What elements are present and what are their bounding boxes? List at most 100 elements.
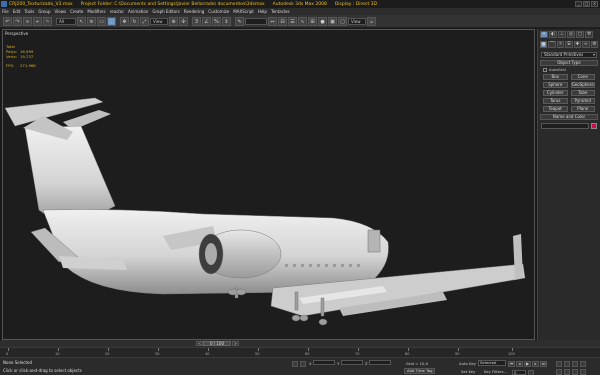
named-selection-dropdown[interactable] xyxy=(245,17,267,25)
menu-views[interactable]: Views xyxy=(55,9,67,14)
y-coord-field[interactable] xyxy=(341,360,363,365)
add-time-tag-button[interactable]: Add Time Tag xyxy=(404,368,436,374)
utilities-tab-icon[interactable]: ⚒ xyxy=(585,31,593,38)
geometry-icon[interactable]: ● xyxy=(540,41,548,48)
goto-end-icon[interactable]: ⏭ xyxy=(540,361,547,367)
create-tab-icon[interactable]: ✦ xyxy=(540,31,548,38)
field-of-view-icon[interactable] xyxy=(556,369,562,375)
time-config-icon[interactable] xyxy=(528,370,534,375)
time-slider[interactable]: 0 / 100 xyxy=(203,341,231,346)
zoom-icon[interactable] xyxy=(556,361,562,367)
quick-render-icon[interactable]: ☕ xyxy=(367,16,376,26)
track-bar[interactable]: 0 10 20 30 40 50 60 70 80 90 100 xyxy=(0,347,600,357)
geosphere-button[interactable]: GeoSphere xyxy=(570,82,595,88)
hierarchy-tab-icon[interactable]: ⊥ xyxy=(558,31,566,38)
schematic-view-icon[interactable]: ⊞ xyxy=(308,16,317,26)
minimize-icon[interactable]: _ xyxy=(575,1,582,7)
set-key-label[interactable]: Set Key xyxy=(461,369,475,374)
maximize-viewport-icon[interactable] xyxy=(580,369,586,375)
select-by-name-icon[interactable]: ≡ xyxy=(87,16,96,26)
next-key-icon[interactable]: ▸ xyxy=(532,361,539,367)
snaps-toggle-icon[interactable]: 3 xyxy=(192,16,201,26)
percent-snap-icon[interactable]: % xyxy=(212,16,221,26)
zoom-extents-all-icon[interactable] xyxy=(580,361,586,367)
render-view-dropdown[interactable]: View xyxy=(348,17,366,25)
selection-region-icon[interactable]: ▭ xyxy=(97,16,106,26)
sphere-button[interactable]: Sphere xyxy=(543,82,568,88)
select-scale-icon[interactable]: ⤢ xyxy=(140,16,149,26)
menu-file[interactable]: File xyxy=(2,9,9,14)
torus-button[interactable]: Torus xyxy=(543,98,568,104)
window-crossing-icon[interactable]: ◫ xyxy=(107,16,116,26)
menu-tentacles[interactable]: Tentacles xyxy=(271,9,290,14)
material-editor-icon[interactable]: ● xyxy=(318,16,327,26)
teapot-button[interactable]: Teapot xyxy=(543,106,568,112)
box-button[interactable]: Box xyxy=(543,74,568,80)
aircraft-model[interactable] xyxy=(3,30,535,340)
play-icon[interactable]: ▶ xyxy=(524,361,531,367)
layer-manager-icon[interactable]: ☰ xyxy=(288,16,297,26)
autogrid-checkbox[interactable]: AutoGrid xyxy=(543,67,595,72)
z-coord-field[interactable] xyxy=(369,360,391,365)
menu-rendering[interactable]: Rendering xyxy=(184,9,204,14)
reference-coord-dropdown[interactable]: View xyxy=(150,17,168,25)
cone-button[interactable]: Cone xyxy=(570,74,595,80)
object-type-rollout[interactable]: Object Type xyxy=(540,60,598,66)
orbit-icon[interactable] xyxy=(572,369,578,375)
shapes-icon[interactable]: ⌒ xyxy=(548,41,556,48)
lights-icon[interactable]: ☼ xyxy=(556,41,565,48)
select-move-icon[interactable]: ✥ xyxy=(120,16,129,26)
menu-customize[interactable]: Customize xyxy=(208,9,229,14)
undo-icon[interactable]: ↶ xyxy=(3,16,12,26)
pivot-center-icon[interactable]: ⊕ xyxy=(169,16,178,26)
menu-modifiers[interactable]: Modifiers xyxy=(87,9,105,14)
menu-reactor[interactable]: reactor xyxy=(110,9,124,14)
absolute-mode-icon[interactable] xyxy=(300,361,306,367)
plane-button[interactable]: Plane xyxy=(570,106,595,112)
menu-animation[interactable]: Animation xyxy=(128,9,148,14)
next-frame-icon[interactable]: > xyxy=(232,341,239,346)
prev-frame-icon[interactable]: < xyxy=(196,341,203,346)
object-name-input[interactable] xyxy=(541,123,589,129)
close-icon[interactable]: × xyxy=(591,1,598,7)
align-icon[interactable]: ⊟ xyxy=(278,16,287,26)
menu-group[interactable]: Group xyxy=(38,9,50,14)
redo-icon[interactable]: ↷ xyxy=(13,16,22,26)
mirror-icon[interactable]: ⇔ xyxy=(268,16,277,26)
cylinder-button[interactable]: Cylinder xyxy=(543,90,568,96)
primitive-type-dropdown[interactable]: Standard Primitives xyxy=(541,52,597,58)
pyramid-button[interactable]: Pyramid xyxy=(570,98,595,104)
spinner-snap-icon[interactable]: ⇕ xyxy=(222,16,231,26)
render-setup-icon[interactable]: ▣ xyxy=(328,16,337,26)
perspective-viewport[interactable]: Perspective Total Polys: 16,999 Verts: 19,… xyxy=(2,29,535,340)
selection-filter-dropdown[interactable]: All xyxy=(56,17,76,25)
curve-editor-icon[interactable]: ∿ xyxy=(298,16,307,26)
key-filters-button[interactable]: Key Filters... xyxy=(484,369,507,374)
zoom-all-icon[interactable] xyxy=(564,361,570,367)
object-color-swatch[interactable] xyxy=(591,123,597,129)
display-tab-icon[interactable]: ▢ xyxy=(576,31,584,38)
menu-graph-editors[interactable]: Graph Editors xyxy=(152,9,179,14)
select-object-icon[interactable]: ↖ xyxy=(77,16,86,26)
maximize-icon[interactable]: □ xyxy=(583,1,590,7)
menu-create[interactable]: Create xyxy=(70,9,83,14)
auto-key-label[interactable]: Auto Key xyxy=(459,361,476,366)
cameras-icon[interactable]: ⌸ xyxy=(565,41,573,48)
angle-snap-icon[interactable]: ∠ xyxy=(202,16,211,26)
unlink-icon[interactable]: ≁ xyxy=(33,16,42,26)
menu-help[interactable]: Help xyxy=(258,9,267,14)
pan-icon[interactable] xyxy=(564,369,570,375)
link-icon[interactable]: ∞ xyxy=(23,16,32,26)
prev-key-icon[interactable]: ◂ xyxy=(516,361,523,367)
current-frame-field[interactable]: 0 xyxy=(512,370,526,375)
menu-maxscript[interactable]: MAXScript xyxy=(233,9,254,14)
lock-selection-icon[interactable] xyxy=(292,361,298,367)
key-mode-dropdown[interactable]: Selected xyxy=(478,360,506,366)
rendered-frame-window-icon[interactable]: ▢ xyxy=(338,16,347,26)
systems-icon[interactable]: ⚙ xyxy=(590,41,598,48)
menu-tools[interactable]: Tools xyxy=(24,9,34,14)
select-rotate-icon[interactable]: ↻ xyxy=(130,16,139,26)
tube-button[interactable]: Tube xyxy=(570,90,595,96)
zoom-extents-icon[interactable] xyxy=(572,361,578,367)
motion-tab-icon[interactable]: ◎ xyxy=(567,31,575,38)
